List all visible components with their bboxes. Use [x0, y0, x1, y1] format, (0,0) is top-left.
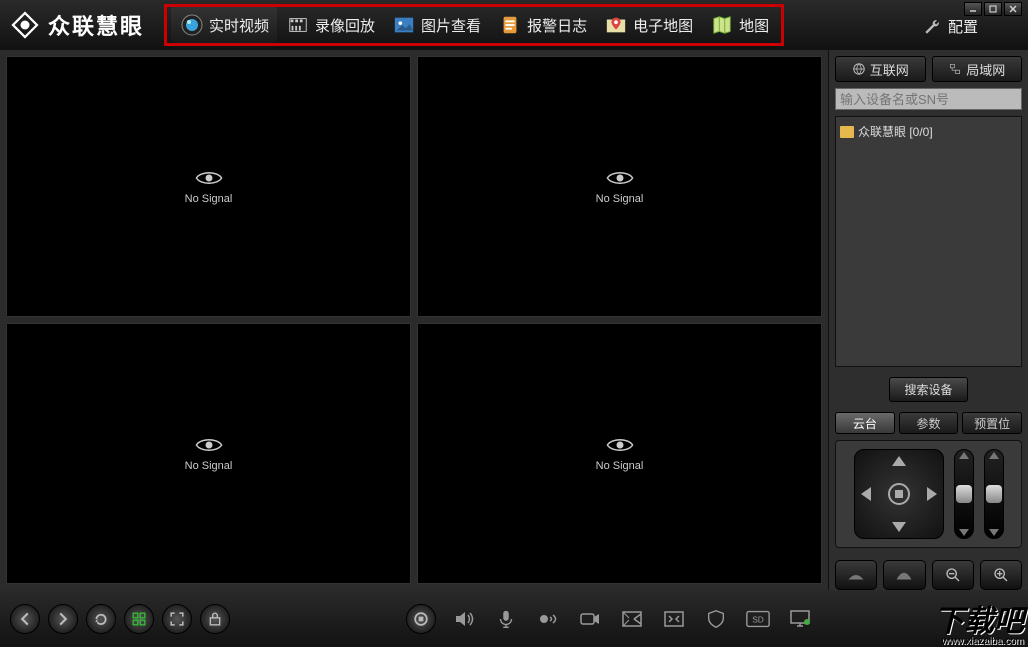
ptz-panel [835, 440, 1022, 548]
video-grid: No Signal No Signal No Signal No Signal [0, 50, 828, 590]
media-controls: SD [406, 604, 814, 634]
wrench-icon [922, 17, 942, 37]
cycle-button[interactable] [86, 604, 116, 634]
minimize-button[interactable] [964, 2, 982, 16]
eye-icon [195, 169, 223, 187]
window-controls [964, 2, 1022, 16]
svg-text:SD: SD [752, 614, 764, 624]
nav-emap[interactable]: 电子地图 [595, 7, 701, 43]
monitor-button[interactable] [786, 605, 814, 633]
ptz-right[interactable] [927, 487, 937, 501]
snapshot-button[interactable] [618, 605, 646, 633]
volume-button[interactable] [450, 605, 478, 633]
clipboard-icon [497, 12, 523, 38]
focus-near-icon [847, 568, 865, 582]
folder-icon [840, 126, 854, 138]
zoom-in-icon [993, 567, 1009, 583]
ptz-speed-slider[interactable] [954, 449, 974, 539]
watermark: 下载吧 www.xiazaiba.com [934, 607, 1024, 647]
grid-layout-button[interactable] [124, 604, 154, 634]
nav-alarm-log[interactable]: 报警日志 [489, 7, 595, 43]
mic-button[interactable] [492, 605, 520, 633]
ptz-zoom-slider[interactable] [984, 449, 1004, 539]
nav-image-view[interactable]: 图片查看 [383, 7, 489, 43]
ptz-tabs: 云台 参数 预置位 [835, 412, 1022, 434]
zoom-in-button[interactable] [980, 560, 1022, 590]
search-device-button[interactable]: 搜索设备 [889, 377, 967, 402]
video-cell-4[interactable]: No Signal [417, 323, 822, 584]
eye-icon [195, 436, 223, 454]
nav-playback[interactable]: 录像回放 [277, 7, 383, 43]
tab-param[interactable]: 参数 [899, 412, 959, 434]
settings-button[interactable]: 配置 [922, 16, 978, 37]
globe-icon [852, 62, 866, 76]
map-icon [709, 12, 735, 38]
ptz-extra-buttons [835, 560, 1022, 590]
camera-lens-icon [179, 12, 205, 38]
device-search-input[interactable] [835, 88, 1022, 110]
ptz-stop[interactable] [888, 483, 910, 505]
side-panel: 互联网 局域网 众联慧眼 [0/0] 搜索设备 云台 参数 预置位 [828, 50, 1028, 590]
nav-map[interactable]: 地图 [701, 7, 777, 43]
record-button[interactable] [406, 604, 436, 634]
ratio-button[interactable] [660, 605, 688, 633]
main-nav: 实时视频 录像回放 图片查看 报警日志 电子地图 [164, 4, 784, 46]
device-search [835, 88, 1022, 110]
app-title: 众联慧眼 [48, 9, 144, 41]
focus-far-icon [895, 568, 913, 582]
sd-button[interactable]: SD [744, 605, 772, 633]
app-header: 众联慧眼 实时视频 录像回放 图片查看 报警日志 [0, 0, 1028, 50]
maximize-button[interactable] [984, 2, 1002, 16]
video-cell-1[interactable]: No Signal [6, 56, 411, 317]
record-video-button[interactable] [576, 605, 604, 633]
video-cell-3[interactable]: No Signal [6, 323, 411, 584]
device-tree: 众联慧眼 [0/0] [835, 116, 1022, 367]
film-icon [285, 12, 311, 38]
shield-button[interactable] [702, 605, 730, 633]
lock-button[interactable] [200, 604, 230, 634]
network-tabs: 互联网 局域网 [835, 56, 1022, 82]
ptz-up[interactable] [892, 456, 906, 466]
close-button[interactable] [1004, 2, 1022, 16]
tab-internet[interactable]: 互联网 [835, 56, 926, 82]
tree-root-item[interactable]: 众联慧眼 [0/0] [840, 121, 1017, 142]
tab-ptz[interactable]: 云台 [835, 412, 895, 434]
tab-preset[interactable]: 预置位 [962, 412, 1022, 434]
next-page-button[interactable] [48, 604, 78, 634]
focus-far-button[interactable] [883, 560, 925, 590]
app-logo: 众联慧眼 [0, 9, 154, 41]
prev-page-button[interactable] [10, 604, 40, 634]
eye-icon [606, 436, 634, 454]
main-area: No Signal No Signal No Signal No Signal … [0, 50, 1028, 590]
image-icon [391, 12, 417, 38]
eye-icon [606, 169, 634, 187]
emap-icon [603, 12, 629, 38]
tab-lan[interactable]: 局域网 [932, 56, 1023, 82]
ptz-left[interactable] [861, 487, 871, 501]
video-cell-2[interactable]: No Signal [417, 56, 822, 317]
ptz-down[interactable] [892, 522, 906, 532]
nav-live-video[interactable]: 实时视频 [171, 7, 277, 43]
ptz-dpad [854, 449, 944, 539]
fullscreen-button[interactable] [162, 604, 192, 634]
bottom-toolbar: SD 下载吧 www.xiazaiba.com [0, 590, 1028, 647]
logo-icon [10, 10, 40, 40]
lan-icon [948, 62, 962, 76]
zoom-out-icon [945, 567, 961, 583]
focus-near-button[interactable] [835, 560, 877, 590]
broadcast-button[interactable] [534, 605, 562, 633]
zoom-out-button[interactable] [932, 560, 974, 590]
